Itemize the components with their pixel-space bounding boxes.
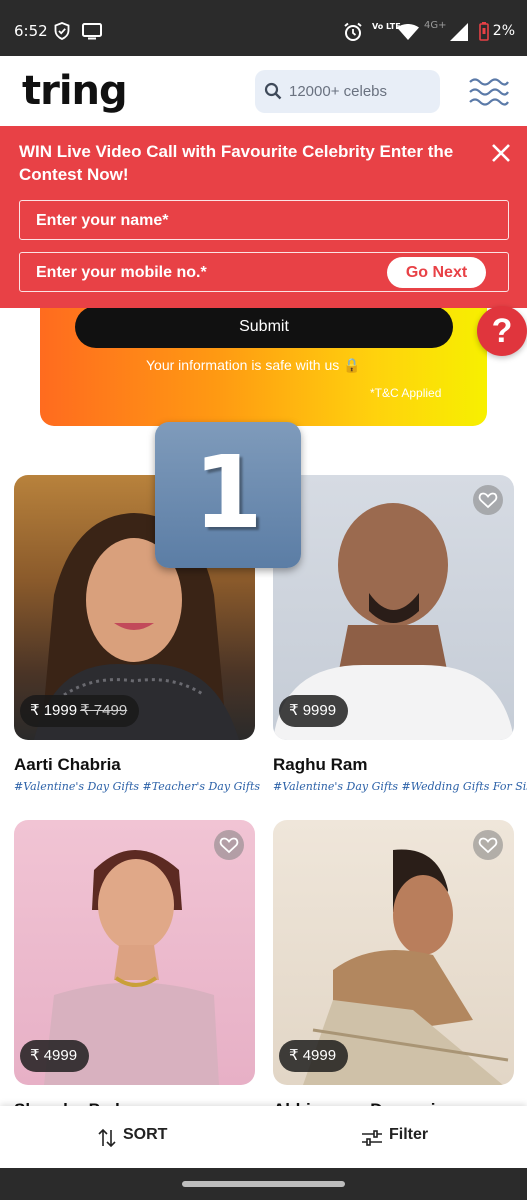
app-header: tring 12000+ celebs bbox=[0, 56, 527, 126]
privacy-note: Your information is safe with us 🔒 bbox=[146, 357, 361, 373]
price-tag: ₹ 4999 bbox=[279, 1040, 349, 1072]
celeb-photo[interactable]: ₹ 9999 bbox=[273, 475, 514, 740]
bottom-action-bar: SORT Filter bbox=[0, 1106, 527, 1168]
filter-icon[interactable] bbox=[362, 1130, 382, 1146]
name-field[interactable]: Enter your name* bbox=[19, 200, 509, 240]
celeb-name[interactable]: Aarti Chabria bbox=[14, 755, 121, 775]
name-placeholder[interactable]: Enter your name* bbox=[36, 212, 168, 230]
favorite-heart-icon[interactable] bbox=[214, 830, 244, 860]
home-gesture-pill[interactable] bbox=[182, 1181, 345, 1187]
contest-banner: WIN Live Video Call with Favourite Celeb… bbox=[0, 126, 527, 308]
price-tag: ₹ 1999 ₹ 7499 bbox=[20, 695, 140, 727]
celeb-photo[interactable]: ₹ 4999 bbox=[14, 820, 255, 1085]
battery-percent: 2% bbox=[492, 23, 515, 39]
close-icon[interactable] bbox=[488, 140, 514, 166]
signal-icon bbox=[450, 23, 468, 41]
wifi-icon bbox=[397, 24, 419, 40]
go-next-button[interactable]: Go Next bbox=[387, 257, 486, 288]
filter-button[interactable]: Filter bbox=[389, 1126, 428, 1144]
alarm-icon bbox=[344, 22, 362, 41]
battery-low-icon bbox=[479, 22, 489, 41]
banner-title: WIN Live Video Call with Favourite Celeb… bbox=[19, 142, 454, 184]
favorite-heart-icon[interactable] bbox=[473, 830, 503, 860]
celeb-tags[interactable]: #Valentine's Day Gifts #Teacher's Day Gi… bbox=[14, 780, 260, 793]
tc-note: *T&C Applied bbox=[370, 386, 442, 400]
sort-icon[interactable] bbox=[98, 1128, 116, 1148]
price-tag: ₹ 4999 bbox=[20, 1040, 90, 1072]
celeb-tags[interactable]: #Valentine's Day Gifts #Wedding Gifts Fo… bbox=[273, 780, 527, 793]
celeb-name[interactable]: Raghu Ram bbox=[273, 755, 367, 775]
submit-button[interactable]: Submit bbox=[75, 306, 453, 348]
number-one-badge: 1 bbox=[155, 422, 301, 568]
badge-number: 1 bbox=[193, 434, 263, 551]
search-box[interactable]: 12000+ celebs bbox=[255, 70, 440, 113]
status-bar: 6:52 Vo LTE 4G+ 2% bbox=[0, 0, 527, 56]
tring-logo[interactable]: tring bbox=[22, 68, 128, 114]
search-placeholder[interactable]: 12000+ celebs bbox=[289, 83, 387, 100]
lock-icon: 🔒 bbox=[343, 357, 361, 373]
wave-menu-icon[interactable] bbox=[468, 76, 510, 108]
old-price: ₹ 7499 bbox=[80, 702, 128, 719]
price-tag: ₹ 9999 bbox=[279, 695, 349, 727]
mobile-placeholder[interactable]: Enter your mobile no.* bbox=[36, 264, 207, 282]
contest-form-card: Submit Your information is safe with us … bbox=[40, 300, 487, 426]
shield-icon bbox=[54, 22, 70, 40]
status-time: 6:52 bbox=[14, 22, 48, 40]
sort-button[interactable]: SORT bbox=[123, 1126, 167, 1144]
network-type: 4G+ bbox=[424, 20, 447, 31]
system-nav-bar bbox=[0, 1168, 527, 1200]
screen-icon bbox=[82, 23, 102, 40]
favorite-heart-icon[interactable] bbox=[473, 485, 503, 515]
search-icon bbox=[264, 82, 282, 100]
help-button[interactable]: ? bbox=[477, 306, 527, 356]
celeb-photo[interactable]: ₹ 4999 bbox=[273, 820, 514, 1085]
